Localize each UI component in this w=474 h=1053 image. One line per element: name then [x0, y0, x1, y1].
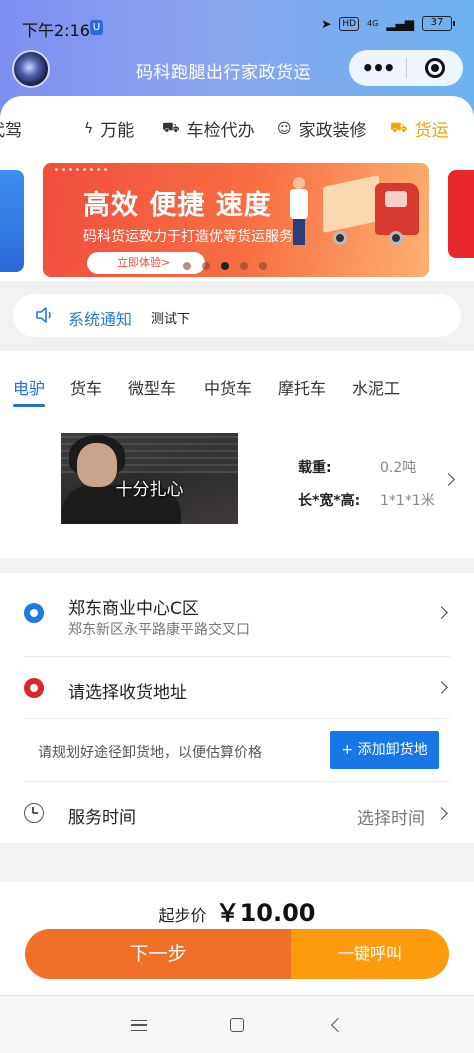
- worker-icon: ☺: [277, 120, 292, 137]
- pager-dot-active[interactable]: [221, 262, 229, 270]
- dropoff-placeholder[interactable]: 请选择收货地址: [68, 678, 187, 703]
- vehicle-image: 十分扎心: [61, 433, 238, 524]
- dropoff-dot-icon: [24, 678, 44, 698]
- service-time-picker[interactable]: 选择时间: [357, 804, 425, 829]
- vehicle-tab[interactable]: 微型车: [128, 375, 176, 399]
- vehicle-tab[interactable]: 摩托车: [278, 375, 326, 399]
- load-label: 载重:: [298, 460, 332, 476]
- divider: [24, 656, 450, 657]
- pickup-dot-icon: [24, 603, 44, 623]
- status-time: 下午2:16: [22, 21, 90, 40]
- home-icon[interactable]: [230, 1018, 244, 1032]
- vehicle-tab-active[interactable]: 电驴: [13, 375, 45, 399]
- battery-icon: 37: [422, 16, 455, 31]
- service-time-label: 服务时间: [68, 808, 136, 828]
- signal-icon: ▂▄▆: [386, 16, 414, 31]
- category-bar: 代驾 ϟ 万能 ⛟ 车检代办 ☺ 家政装修 ⛟ 货运: [0, 112, 474, 144]
- vehicle-tab[interactable]: 中货车: [204, 375, 252, 399]
- pager-dot[interactable]: [259, 262, 267, 270]
- avatar[interactable]: [12, 50, 50, 88]
- banner-headline: 高效 便捷 速度: [83, 190, 272, 221]
- status-bar: 下午2:16 U ➤ HD 4G ▂▄▆ 37: [0, 0, 474, 50]
- clock-icon: [24, 803, 44, 823]
- status-indicators: ➤ HD 4G ▂▄▆ 37: [321, 16, 455, 31]
- notice-bar[interactable]: 系统通知 测试下: [13, 294, 461, 337]
- category-label: 车检代办: [186, 121, 255, 141]
- navigation-bar: 码科跑腿出行家政货运 •••: [0, 46, 474, 96]
- vehicle-tab-indicator: [13, 404, 45, 407]
- menu-icon[interactable]: [131, 1020, 147, 1031]
- price-label: 起步价: [158, 906, 207, 925]
- category-item[interactable]: ⛟ 车检代办: [162, 116, 255, 142]
- notice-label: 系统通知: [68, 310, 133, 329]
- add-unload-stop-button[interactable]: + 添加卸货地: [330, 731, 439, 769]
- category-item[interactable]: ☺ 家政装修: [277, 116, 367, 142]
- page-title: 码科跑腿出行家政货运: [136, 63, 311, 83]
- network-badge: 4G: [367, 18, 379, 28]
- pickup-title[interactable]: 郑东商业中心C区: [68, 594, 199, 619]
- one-click-call-button[interactable]: 一键呼叫: [291, 929, 449, 979]
- divider: [24, 718, 450, 719]
- banner-decoration: [55, 168, 107, 171]
- back-icon[interactable]: [330, 1017, 346, 1033]
- promo-banner[interactable]: 高效 便捷 速度 码科货运致力于打造优等货运服务 立即体验>: [43, 163, 429, 277]
- vehicle-image-caption: 十分扎心: [115, 480, 184, 500]
- size-label: 长*宽*高:: [298, 493, 361, 509]
- start-price: 起步价 ￥10.00: [0, 893, 474, 928]
- shield-icon: U: [90, 20, 103, 35]
- vehicle-tab[interactable]: 水泥工: [352, 375, 400, 399]
- banner-next-peek[interactable]: [448, 170, 474, 258]
- notice-text: 测试下: [151, 312, 191, 327]
- pickup-subtitle: 郑东新区永平路康平路交叉口: [68, 622, 250, 638]
- category-label: 万能: [100, 121, 135, 141]
- mini-program-capsule: •••: [349, 50, 463, 86]
- delivery-person-illustration: [288, 177, 310, 245]
- car-check-icon: ⛟: [162, 119, 180, 136]
- category-item[interactable]: ϟ 万能: [84, 116, 135, 142]
- action-buttons: 下一步 一键呼叫: [25, 929, 449, 979]
- vehicle-tab[interactable]: 货车: [70, 375, 102, 399]
- category-label: 家政装修: [298, 121, 367, 141]
- banner-pager: [183, 262, 267, 270]
- category-label: 货运: [414, 121, 449, 141]
- plan-route-tip: 请规划好途径卸货地，以便估算价格: [38, 745, 262, 761]
- hd-badge: HD: [339, 16, 360, 31]
- speaker-icon: [36, 307, 51, 323]
- close-icon[interactable]: [407, 58, 463, 78]
- size-value: 1*1*1米: [380, 493, 435, 509]
- pager-dot[interactable]: [202, 262, 210, 270]
- battery-level: 37: [430, 17, 444, 28]
- banner-subtitle: 码科货运致力于打造优等货运服务: [83, 229, 293, 245]
- load-value: 0.2吨: [380, 460, 417, 476]
- divider: [24, 781, 450, 782]
- system-navigation-bar: [0, 995, 474, 1053]
- banner-prev-peek[interactable]: [0, 170, 24, 272]
- category-item[interactable]: 代驾: [0, 116, 22, 141]
- truck-icon: ⛟: [390, 119, 408, 136]
- truck-illustration: [313, 173, 423, 273]
- category-label: 代驾: [0, 121, 22, 141]
- category-item-active[interactable]: ⛟ 货运: [390, 116, 449, 142]
- next-step-button[interactable]: 下一步: [25, 929, 291, 979]
- pager-dot[interactable]: [183, 262, 191, 270]
- lightning-icon: ϟ: [84, 120, 94, 137]
- more-icon[interactable]: •••: [349, 50, 406, 86]
- price-value: ￥10.00: [215, 899, 316, 927]
- location-icon: ➤: [321, 16, 332, 31]
- pager-dot[interactable]: [240, 262, 248, 270]
